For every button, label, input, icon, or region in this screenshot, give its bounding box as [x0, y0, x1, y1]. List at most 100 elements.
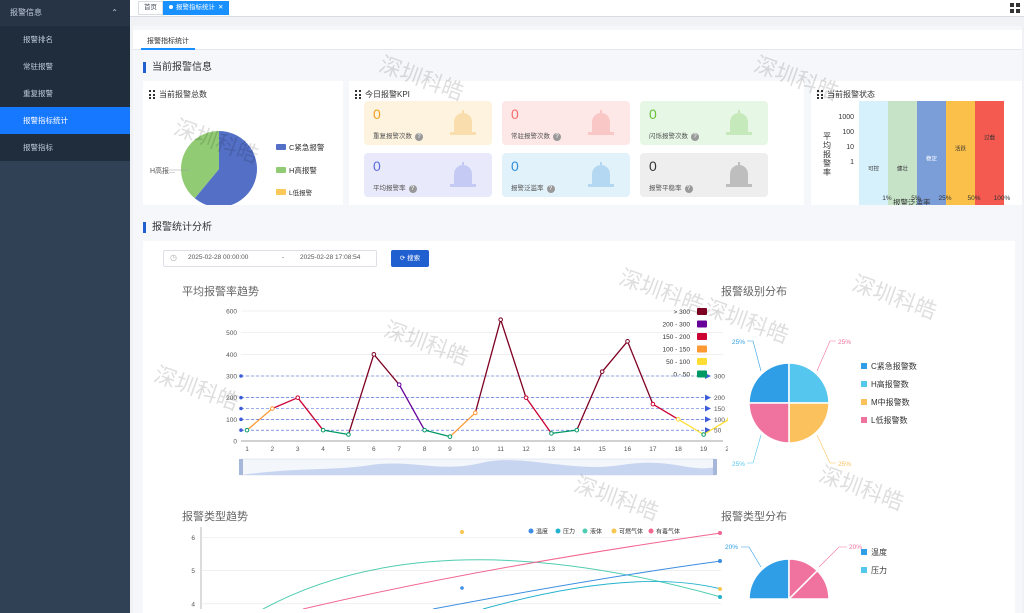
main-area: 首页 报警指标统计 ✕ 报警指标统计 当前报警信息 当前报警总数 H高报... C… [130, 0, 1024, 613]
legend-swatch [861, 549, 867, 555]
x-tick-label: 1% [882, 195, 892, 202]
x-tick-label: 6 [372, 446, 376, 453]
line-segment [297, 397, 324, 431]
legend-label-h[interactable]: H高报警 [289, 165, 317, 175]
sidebar-item-label: 重复报警 [23, 89, 53, 98]
date-start[interactable]: 2025-02-28 00:00:00 [188, 254, 248, 261]
y-tick-label: 1 [850, 159, 854, 166]
chart-title-avg-rate: 平均报警率趋势 [182, 286, 259, 298]
data-point [473, 410, 478, 416]
pie-label-line [747, 434, 762, 464]
chevron-up-icon: ⌃ [111, 8, 118, 17]
legend-label-c[interactable]: C紧急报警 [289, 142, 325, 152]
date-range-picker[interactable]: ◷ 2025-02-28 00:00:00 - 2025-02-28 17:08… [163, 250, 377, 267]
total-pie-chart: H高报... C紧急报警 H高报警 L低报警 [150, 131, 325, 205]
x-tick-label: 13 [548, 446, 556, 453]
help-icon[interactable]: ? [546, 185, 555, 193]
pie-value-label: 25% [838, 461, 851, 468]
data-point [718, 531, 722, 535]
help-icon[interactable]: ? [684, 185, 693, 193]
state-zone [917, 101, 946, 205]
sidebar-item-label: 报警指标统计 [23, 116, 68, 125]
legend-swatch [861, 381, 867, 387]
tag-alarm-stats[interactable]: 报警指标统计 ✕ [163, 1, 230, 15]
legend-label: 有毒气体 [656, 528, 680, 536]
sidebar-item-repeat-alarm[interactable]: 重复报警 [0, 80, 130, 107]
chart-title-type-trend: 报警类型趋势 [182, 511, 248, 523]
sidebar-group-alarm-info[interactable]: 报警信息 ⌃ [0, 0, 130, 26]
tab-strip: 报警指标统计 [133, 30, 1022, 50]
tags-view-bar: 首页 报警指标统计 ✕ [130, 0, 1024, 17]
x-tick-label: 100% [994, 195, 1011, 202]
y-tick-label: 100 [226, 417, 237, 424]
close-icon[interactable]: ✕ [218, 4, 223, 11]
help-icon[interactable]: ? [415, 133, 423, 141]
data-point [523, 395, 529, 400]
grid-icon[interactable] [1010, 3, 1020, 13]
mark-line-start [239, 417, 243, 422]
mark-line-arrow [705, 416, 711, 423]
y-tick-label: 500 [226, 330, 237, 337]
sidebar-item-alarm-index[interactable]: 报警指标 [0, 134, 130, 161]
card-alarm-state: 当前报警状态 可控 健壮 稳定 活跃 过载 平均报警率 1000 100 10 1 1% 5% 25… [811, 81, 1022, 205]
card-title: 今日报警KPI [355, 89, 410, 100]
kpi-label-text: 常驻报警次数 [511, 133, 550, 140]
data-point [574, 427, 580, 433]
type-pie-chart: 20% 20% 温度压力 [725, 544, 887, 601]
data-point [549, 431, 554, 436]
legend-swatch-c [276, 144, 286, 150]
app-root: 报警信息 ⌃ 报警排名 常驻报警 重复报警 报警指标统计 报警指标 首页 报警指… [0, 0, 1024, 613]
data-point [244, 427, 250, 433]
drag-handle-icon[interactable] [355, 90, 362, 100]
mark-line-label: 300 [714, 374, 725, 381]
kpi-label: 常驻报警次数? [511, 130, 561, 141]
type-trend-line-chart: 4 5 6 温度 压力 液体 可燃气体 有毒气体 [191, 527, 722, 609]
legend-swatch [861, 417, 867, 423]
kpi-value: 0 [373, 158, 381, 174]
line-segment [272, 397, 298, 410]
data-point [625, 339, 630, 344]
x-tick-label: 25% [938, 195, 951, 202]
y-tick-label: 0 [233, 439, 237, 446]
visual-map-label: > 300 [674, 309, 691, 316]
mark-line-label: 200 [714, 395, 725, 402]
legend-label: 压力 [563, 528, 575, 536]
search-button-label: 搜索 [407, 255, 421, 262]
kpi-label-text: 重复报警次数 [373, 133, 412, 140]
kpi-label-text: 闪烁报警次数 [649, 133, 688, 140]
tab-alarm-stats[interactable]: 报警指标统计 [141, 34, 195, 50]
legend-label: C紧急报警数 [871, 361, 917, 371]
series-line [262, 559, 722, 609]
legend-label-l[interactable]: L低报警 [289, 188, 313, 197]
x-tick-label: 9 [448, 446, 452, 453]
sidebar-item-alarm-stats[interactable]: 报警指标统计 [0, 107, 130, 134]
level-pie-chart: 25% 25% 25% 25% C紧急报警数 H高报警数 M中报警数 L低报警数 [732, 339, 917, 468]
tag-home[interactable]: 首页 [138, 1, 163, 15]
help-icon[interactable]: ? [691, 133, 699, 141]
line-segment [626, 341, 654, 405]
y-axis-label-char: 平 [823, 132, 831, 141]
x-tick-label: 1 [245, 446, 249, 453]
visual-map-label: 100 - 150 [663, 347, 691, 354]
legend-label: L低报警数 [871, 415, 907, 425]
legend-dot [611, 528, 617, 534]
sidebar-item-standing-alarm[interactable]: 常驻报警 [0, 53, 130, 80]
date-end[interactable]: 2025-02-28 17:08:54 [300, 254, 360, 261]
kpi-label: 重复报警次数? [373, 130, 423, 141]
data-point [460, 586, 464, 590]
line-segment [424, 429, 451, 438]
alarm-state-matrix: 可控 健壮稳定活跃过载 平均报警率1000100101 1% 5% 25% 50% 100… [823, 101, 1011, 205]
sidebar-item-label: 报警指标 [23, 143, 53, 152]
kpi-value: 0 [511, 158, 519, 174]
line-segment [652, 403, 679, 420]
sidebar-item-alarm-ranking[interactable]: 报警排名 [0, 26, 130, 53]
kpi-stat-card: 0 报警平稳率? [640, 153, 768, 197]
help-icon[interactable]: ? [553, 133, 561, 141]
state-zone [975, 101, 1004, 205]
x-tick-label: 18 [675, 446, 683, 453]
line-segment [677, 418, 704, 436]
help-icon[interactable]: ? [408, 185, 417, 193]
sidebar-item-label: 报警排名 [23, 35, 53, 44]
search-button[interactable]: ⟳ 搜索 [391, 250, 429, 267]
data-point [270, 406, 275, 411]
